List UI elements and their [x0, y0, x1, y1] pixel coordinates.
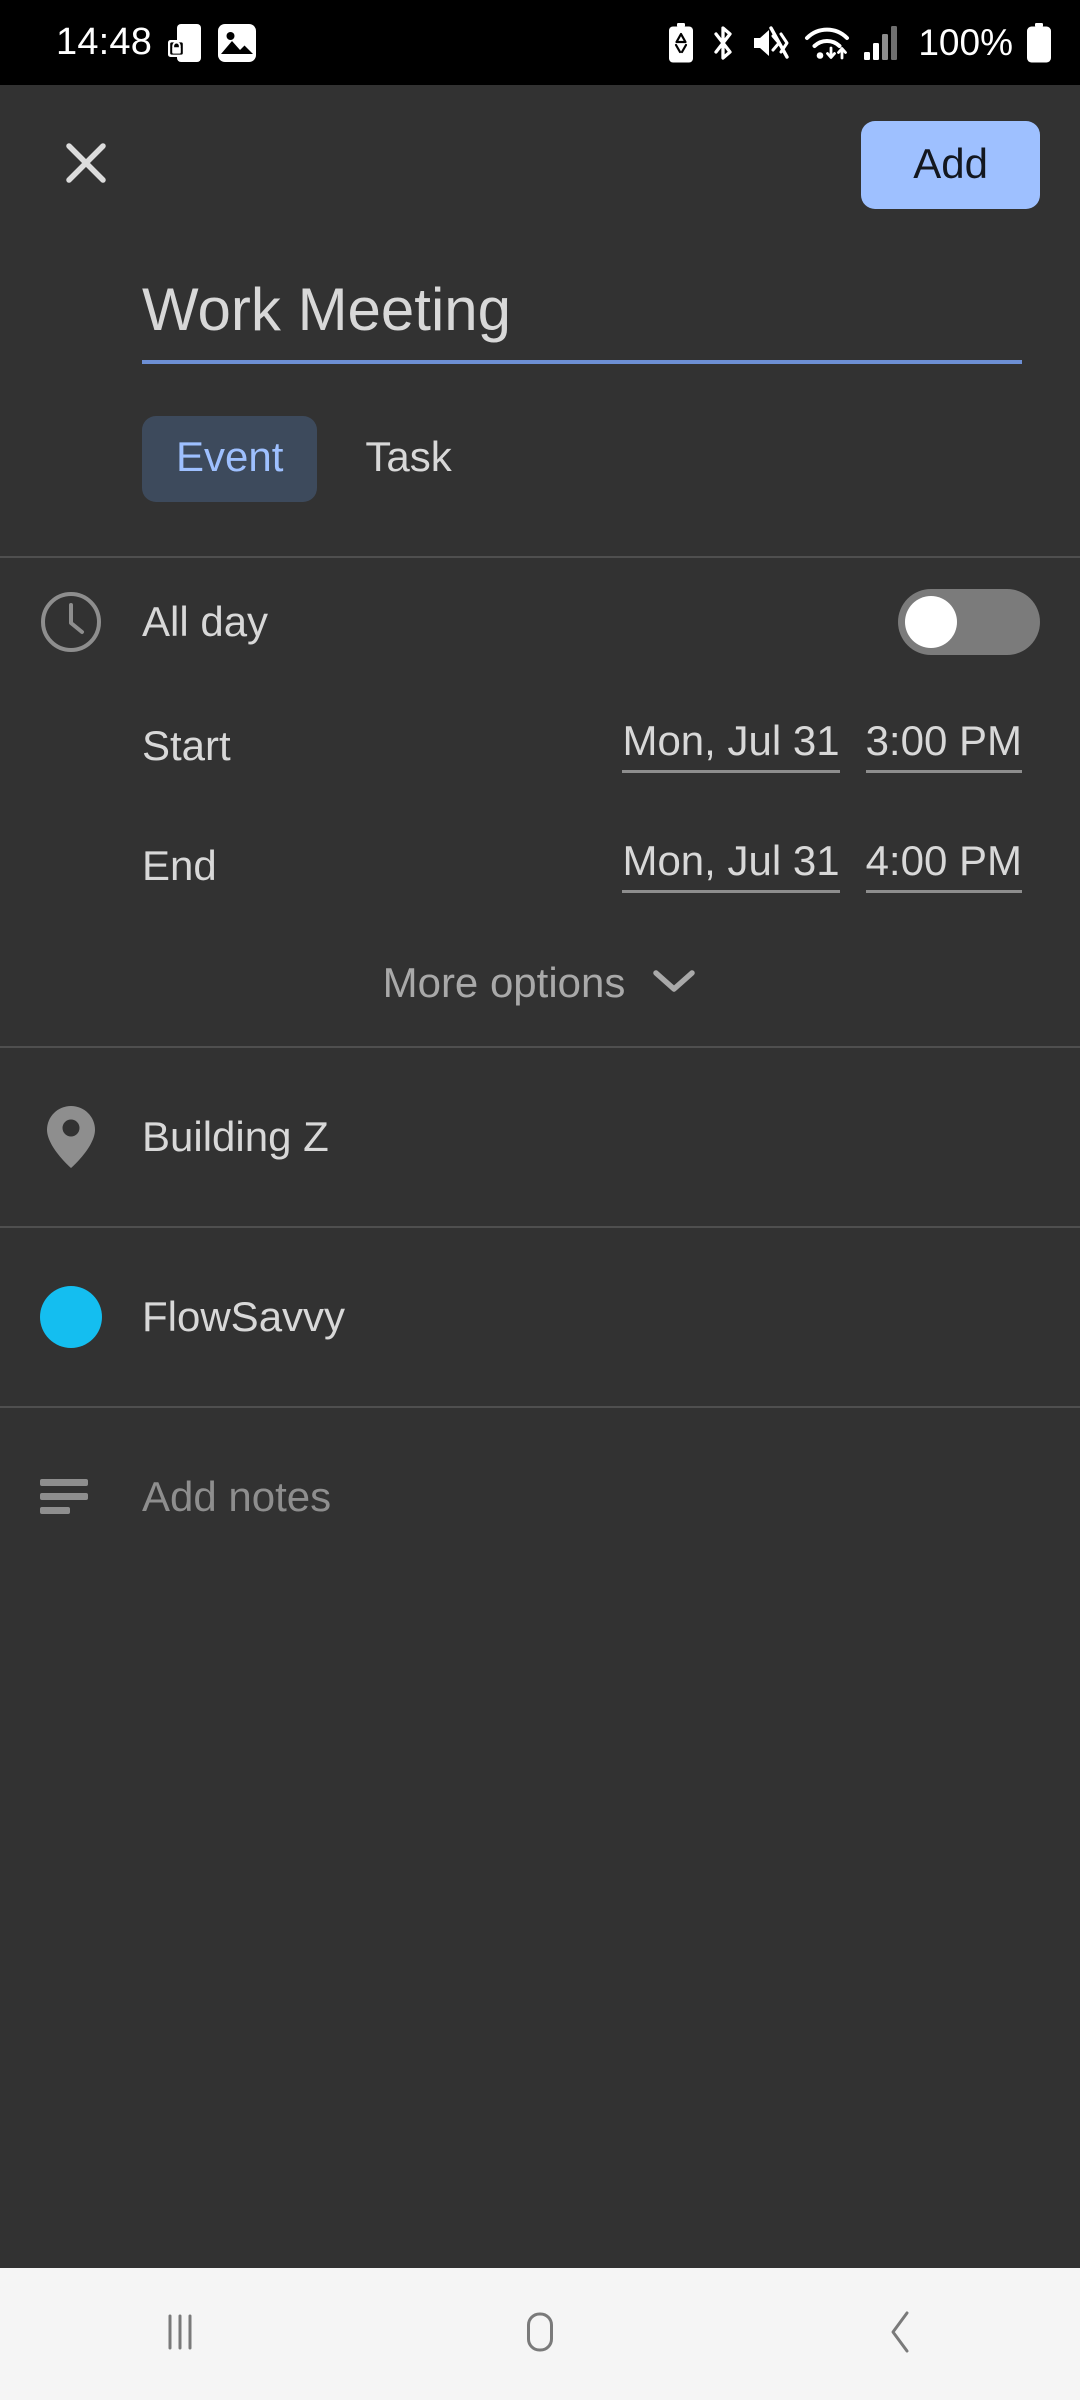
- start-row: Start Mon, Jul 31 3:00 PM: [0, 686, 1080, 806]
- wifi-icon: [804, 24, 850, 62]
- toggle-knob: [905, 595, 957, 648]
- close-button[interactable]: [40, 119, 132, 211]
- status-clock: 14:48: [56, 21, 153, 63]
- close-icon: [62, 139, 110, 192]
- top-action-bar: Add: [0, 85, 1080, 245]
- battery-icon: [1026, 22, 1052, 63]
- nav-back-button[interactable]: [800, 2268, 1000, 2400]
- calendar-row[interactable]: FlowSavvy: [0, 1228, 1080, 1406]
- end-row: End Mon, Jul 31 4:00 PM: [0, 806, 1080, 926]
- start-label: Start: [142, 721, 231, 769]
- notes-row[interactable]: Add notes: [0, 1408, 1080, 1586]
- event-title-field-wrapper: [142, 275, 1022, 364]
- battery-percent-label: 100%: [918, 21, 1013, 63]
- all-day-toggle[interactable]: [898, 588, 1040, 655]
- nav-home-button[interactable]: [440, 2268, 640, 2400]
- tab-event[interactable]: Event: [142, 415, 318, 502]
- notes-lines-icon: [0, 1476, 142, 1518]
- mute-vibrate-icon: [751, 24, 791, 62]
- status-bar-left: 14:48: [56, 21, 257, 64]
- event-header-block: Event Task: [0, 245, 1080, 556]
- app-screen: 14:48 100% Add Work Meeting Event Task A…: [0, 0, 1080, 2400]
- calendar-section: FlowSavvy: [0, 1228, 1080, 1406]
- location-pin-icon: [0, 1103, 142, 1171]
- home-icon: [510, 2302, 570, 2367]
- back-icon: [870, 2302, 930, 2367]
- datetime-section: All day Start Mon, Jul 31 3:00 PM End Mo…: [0, 558, 1080, 1046]
- all-day-label: All day: [142, 597, 269, 645]
- event-title-input[interactable]: [142, 275, 1022, 346]
- event-type-tabs: Event Task: [142, 415, 1080, 502]
- more-options-label: More options: [382, 958, 626, 1006]
- location-value: Building Z: [142, 1112, 329, 1160]
- start-time-value[interactable]: 3:00 PM: [865, 718, 1022, 773]
- battery-saver-icon: [667, 22, 695, 63]
- all-day-row[interactable]: All day: [0, 558, 1080, 686]
- end-date-value[interactable]: Mon, Jul 31: [622, 838, 840, 893]
- recents-icon: [150, 2302, 210, 2367]
- content-spacer: [0, 1585, 1080, 2268]
- start-date-value[interactable]: Mon, Jul 31: [622, 718, 840, 773]
- end-label: End: [142, 841, 217, 889]
- status-bar: 14:48 100%: [0, 0, 1080, 85]
- phone-lock-icon: [168, 23, 202, 63]
- notes-section: Add notes: [0, 1408, 1080, 1586]
- location-row[interactable]: Building Z: [0, 1048, 1080, 1226]
- location-section: Building Z: [0, 1048, 1080, 1226]
- system-nav-bar: [0, 2268, 1080, 2400]
- image-icon: [218, 23, 257, 62]
- bluetooth-icon: [708, 23, 738, 63]
- add-button[interactable]: Add: [861, 121, 1040, 209]
- end-time-value[interactable]: 4:00 PM: [865, 838, 1022, 893]
- chevron-down-icon: [651, 965, 697, 1000]
- status-bar-right: 100%: [667, 22, 1052, 64]
- clock-icon: [0, 591, 142, 653]
- notes-placeholder[interactable]: Add notes: [142, 1473, 1040, 1521]
- nav-recents-button[interactable]: [80, 2268, 280, 2400]
- calendar-color-dot: [0, 1285, 142, 1348]
- more-options-button[interactable]: More options: [0, 926, 1080, 1046]
- cellular-signal-icon: [863, 25, 898, 61]
- calendar-name: FlowSavvy: [142, 1292, 346, 1340]
- tab-task[interactable]: Task: [331, 416, 485, 502]
